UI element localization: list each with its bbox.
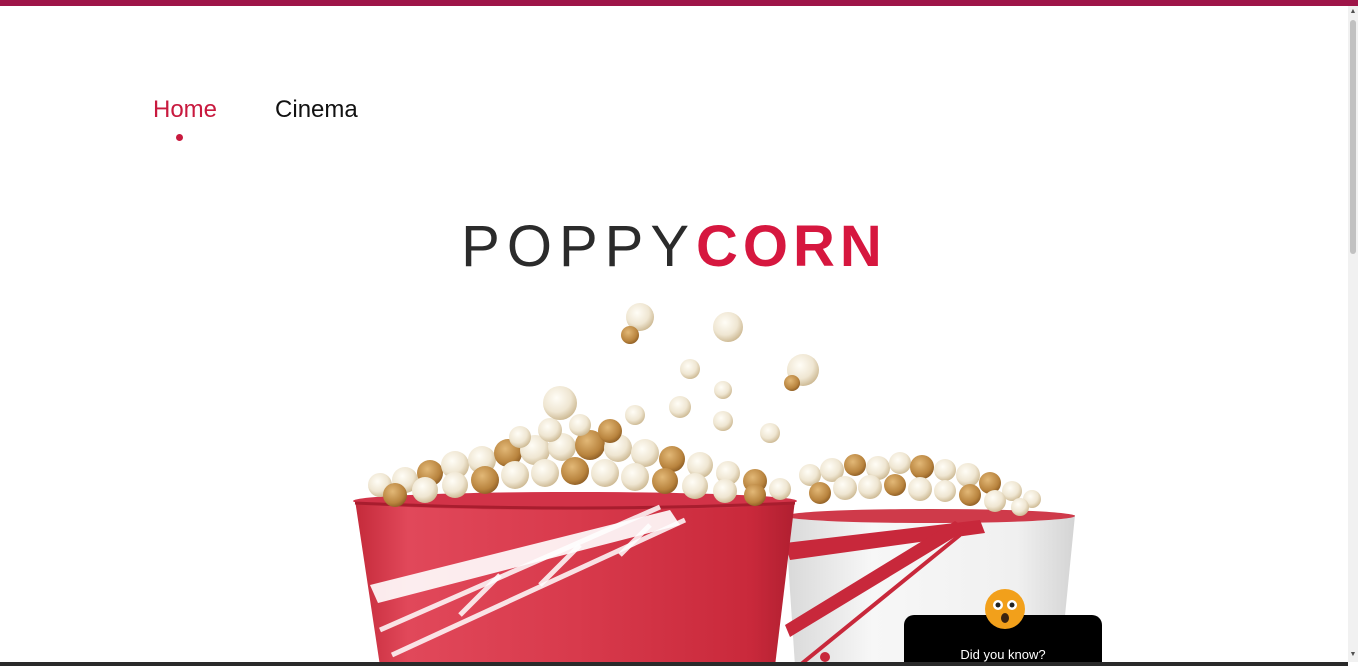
active-indicator-dot: [176, 134, 183, 141]
did-you-know-label: Did you know?: [960, 647, 1046, 662]
scroll-up-arrow-icon[interactable]: ▲: [1349, 8, 1357, 16]
nav-item-label: Home: [153, 96, 218, 123]
scrollbar-thumb[interactable]: [1350, 20, 1356, 254]
popcorn-pile-right: [799, 452, 1041, 516]
brand-logo: POPPYCORN: [0, 214, 1348, 280]
nav-item-cinema[interactable]: Cinema: [275, 96, 358, 124]
main-nav: Home Cinema: [153, 96, 416, 141]
scroll-down-arrow-icon[interactable]: ▼: [1349, 651, 1357, 659]
red-bucket: [353, 492, 797, 666]
surprised-face-icon: [985, 589, 1025, 629]
top-accent-bar: [0, 0, 1358, 6]
brand-name-part-1: POPPY: [461, 214, 697, 279]
bottom-edge: [0, 662, 1348, 666]
nav-item-label: Cinema: [275, 96, 358, 123]
vertical-scrollbar[interactable]: ▲ ▼: [1348, 6, 1358, 662]
brand-name-part-2: CORN: [696, 214, 887, 279]
nav-item-home[interactable]: Home: [153, 96, 218, 141]
